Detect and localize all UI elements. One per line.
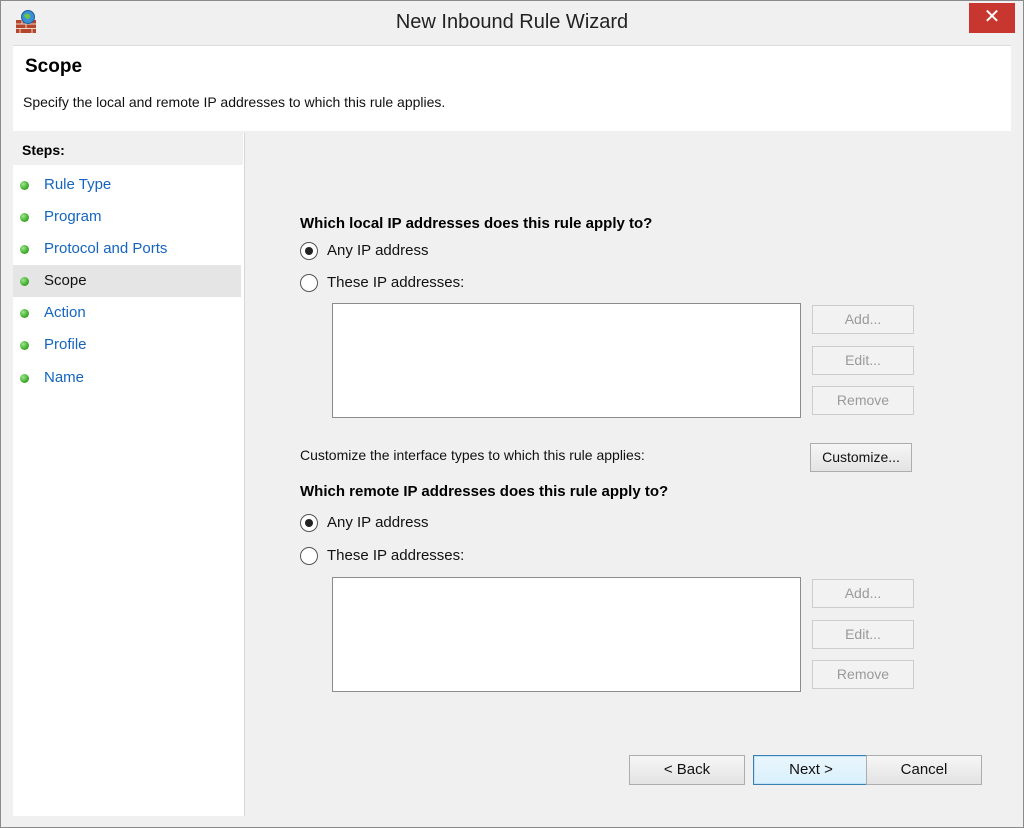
local-these-ip-label[interactable]: These IP addresses: [327, 274, 464, 291]
step-label: Program [44, 208, 102, 225]
steps-sidebar: Steps: Rule Type Program Protocol and Po… [13, 133, 245, 816]
step-status-icon [20, 245, 29, 254]
remote-these-ip-label[interactable]: These IP addresses: [327, 547, 464, 564]
step-status-icon [20, 277, 29, 286]
scope-content: Which local IP addresses does this rule … [247, 133, 1011, 816]
remote-these-ip-radio[interactable] [300, 547, 318, 565]
remote-any-ip-label[interactable]: Any IP address [327, 514, 428, 531]
step-label: Action [44, 304, 86, 321]
local-any-ip-radio[interactable] [300, 242, 318, 260]
local-add-button[interactable]: Add... [812, 305, 914, 334]
local-any-ip-label[interactable]: Any IP address [327, 242, 428, 259]
step-program[interactable]: Program [13, 201, 241, 233]
window-title: New Inbound Rule Wizard [395, 11, 629, 33]
customize-description: Customize the interface types to which t… [300, 447, 645, 463]
steps-header: Steps: [13, 133, 243, 165]
steps-label: Steps: [22, 142, 65, 158]
step-label: Profile [44, 336, 87, 353]
step-status-icon [20, 181, 29, 190]
step-label: Rule Type [44, 176, 112, 193]
step-status-icon [20, 213, 29, 222]
remote-edit-button[interactable]: Edit... [812, 620, 914, 649]
step-label: Name [44, 369, 85, 386]
step-name[interactable]: Name [13, 362, 241, 394]
close-button[interactable]: ✕ [969, 3, 1015, 33]
step-status-icon [20, 374, 29, 383]
step-action[interactable]: Action [13, 297, 241, 329]
customize-button[interactable]: Customize... [810, 443, 912, 472]
step-profile[interactable]: Profile [13, 329, 241, 361]
remote-remove-button[interactable]: Remove [812, 660, 914, 689]
remote-ip-heading: Which remote IP addresses does this rule… [300, 483, 669, 500]
wizard-window: New Inbound Rule Wizard ✕ Scope Specify … [0, 0, 1024, 828]
step-status-icon [20, 341, 29, 350]
next-button[interactable]: Next > [753, 755, 869, 785]
remote-add-button[interactable]: Add... [812, 579, 914, 608]
step-scope: Scope [13, 265, 241, 297]
step-protocol-and-ports[interactable]: Protocol and Ports [13, 233, 241, 265]
remote-ip-list[interactable] [332, 577, 801, 692]
step-status-icon [20, 309, 29, 318]
page-description: Specify the local and remote IP addresse… [23, 94, 446, 110]
title-bar[interactable]: New Inbound Rule Wizard ✕ [1, 1, 1023, 45]
local-these-ip-radio[interactable] [300, 274, 318, 292]
page-title: Scope [25, 56, 83, 77]
step-label: Scope [44, 272, 87, 289]
local-remove-button[interactable]: Remove [812, 386, 914, 415]
step-label: Protocol and Ports [44, 240, 168, 257]
cancel-button[interactable]: Cancel [866, 755, 982, 785]
back-button[interactable]: < Back [629, 755, 745, 785]
step-rule-type[interactable]: Rule Type [13, 169, 241, 201]
close-icon: ✕ [983, 6, 1001, 28]
local-ip-heading: Which local IP addresses does this rule … [300, 215, 653, 232]
header-panel: Scope Specify the local and remote IP ad… [13, 45, 1011, 131]
local-edit-button[interactable]: Edit... [812, 346, 914, 375]
remote-any-ip-radio[interactable] [300, 514, 318, 532]
local-ip-list[interactable] [332, 303, 801, 418]
